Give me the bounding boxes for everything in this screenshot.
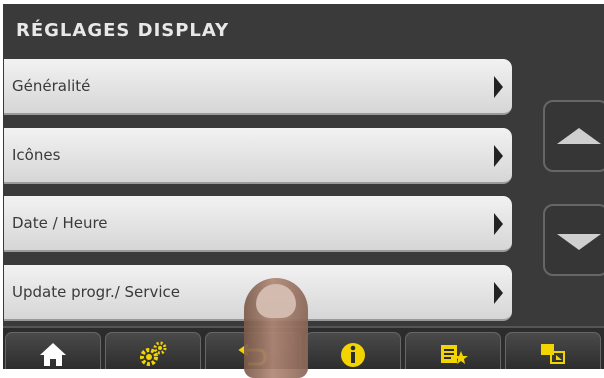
gears-icon bbox=[140, 341, 167, 366]
menu-item-label: Date / Heure bbox=[12, 214, 108, 232]
scroll-down-button[interactable] bbox=[543, 204, 604, 276]
chevron-right-icon bbox=[494, 282, 503, 304]
page-title: RÉGLAGES DISPLAY bbox=[16, 20, 230, 41]
triangle-up-icon bbox=[557, 128, 601, 144]
info-button[interactable] bbox=[305, 332, 401, 369]
settings-button[interactable] bbox=[105, 332, 201, 369]
chevron-right-icon bbox=[494, 145, 503, 167]
menu-item-label: Icônes bbox=[12, 146, 61, 164]
scroll-up-button[interactable] bbox=[543, 100, 604, 172]
pointing-finger bbox=[244, 278, 308, 378]
favorites-button[interactable] bbox=[405, 332, 501, 369]
fingernail bbox=[256, 284, 296, 318]
chevron-right-icon bbox=[494, 213, 503, 235]
menu-item-label: Update progr./ Service bbox=[12, 283, 180, 301]
home-button[interactable] bbox=[5, 332, 101, 369]
screen-transfer-button[interactable] bbox=[505, 332, 601, 369]
menu-item-label: Généralité bbox=[12, 77, 91, 95]
menu-item-generalite[interactable]: Généralité bbox=[4, 59, 512, 115]
triangle-down-icon bbox=[557, 234, 601, 250]
info-icon bbox=[341, 343, 365, 367]
home-icon bbox=[40, 343, 66, 366]
chevron-right-icon bbox=[494, 76, 503, 98]
menu-item-date-heure[interactable]: Date / Heure bbox=[4, 196, 512, 252]
screen-transfer-icon bbox=[541, 344, 565, 364]
favorites-list-icon bbox=[441, 345, 468, 364]
menu-item-icones[interactable]: Icônes bbox=[4, 128, 512, 184]
